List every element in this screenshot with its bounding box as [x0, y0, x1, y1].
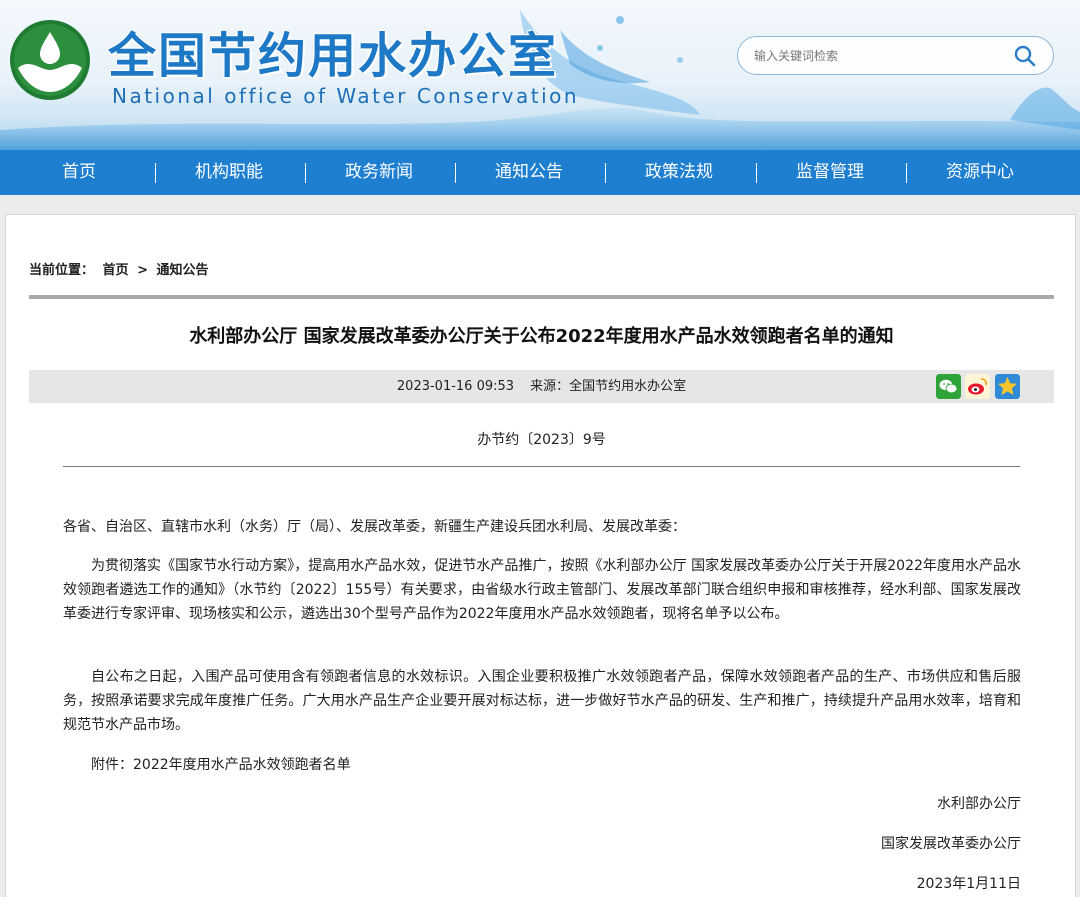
divider [63, 466, 1020, 467]
nav-item-supervision[interactable]: 监督管理 [755, 150, 905, 195]
article-source: 来源：全国节约用水办公室 [530, 379, 687, 394]
article-meta: 2023-01-16 09:53 来源：全国节约用水办公室 [29, 370, 1054, 403]
favorite-icon[interactable] [995, 374, 1020, 399]
divider [29, 295, 1054, 299]
header-banner: 全国节约用水办公室 National office of Water Conse… [0, 0, 1080, 150]
search-icon[interactable] [1013, 44, 1037, 68]
breadcrumb: 当前位置： 首页 > 通知公告 [29, 259, 213, 278]
nav-item-resources[interactable]: 资源中心 [905, 150, 1055, 195]
search-box [737, 36, 1054, 75]
document-number: 办节约〔2023〕9号 [477, 432, 606, 448]
signatory: 国家发展改革委办公厅 [881, 836, 1021, 852]
article-salutation: 各省、自治区、直辖市水利（水务）厅（局）、发展改革委，新疆生产建设兵团水利局、发… [63, 519, 686, 535]
logo-icon [10, 20, 90, 100]
nav-item-news[interactable]: 政务新闻 [304, 150, 454, 195]
article-meta-bar: 2023-01-16 09:53 来源：全国节约用水办公室 [29, 370, 1054, 403]
search-input[interactable] [754, 45, 1004, 67]
breadcrumb-arrow: > [137, 263, 148, 278]
signatory: 水利部办公厅 [937, 796, 1021, 812]
weibo-icon[interactable] [965, 374, 990, 399]
breadcrumb-current-link[interactable]: 通知公告 [157, 263, 209, 278]
nav-item-notices[interactable]: 通知公告 [454, 150, 604, 195]
sign-date: 2023年1月11日 [916, 876, 1021, 892]
article-paragraph: 为贯彻落实《国家节水行动方案》，提高用水产品水效，促进节水产品推广，按照《水利部… [63, 558, 1021, 622]
content-card: 当前位置： 首页 > 通知公告 水利部办公厅 国家发展改革委办公厅关于公布202… [5, 214, 1076, 897]
site-subtitle: National office of Water Conservation [112, 84, 580, 108]
site-title: 全国节约用水办公室 [108, 28, 559, 84]
nav-item-functions[interactable]: 机构职能 [154, 150, 304, 195]
article-attachment[interactable]: 附件：2022年度用水产品水效领跑者名单 [63, 753, 1021, 777]
breadcrumb-prefix: 当前位置： [29, 263, 95, 278]
main-nav: 首页 机构职能 政务新闻 通知公告 政策法规 监督管理 资源中心 [0, 150, 1080, 195]
article-paragraph: 自公布之日起，入围产品可使用含有领跑者信息的水效标识。入围企业要积极推广水效领跑… [63, 669, 1021, 733]
breadcrumb-home-link[interactable]: 首页 [103, 263, 129, 278]
nav-item-home[interactable]: 首页 [4, 150, 154, 195]
wechat-icon[interactable] [936, 374, 961, 399]
article-title: 水利部办公厅 国家发展改革委办公厅关于公布2022年度用水产品水效领跑者名单的通… [189, 326, 894, 347]
article-date: 2023-01-16 09:53 [396, 379, 515, 394]
nav-item-policies[interactable]: 政策法规 [604, 150, 754, 195]
